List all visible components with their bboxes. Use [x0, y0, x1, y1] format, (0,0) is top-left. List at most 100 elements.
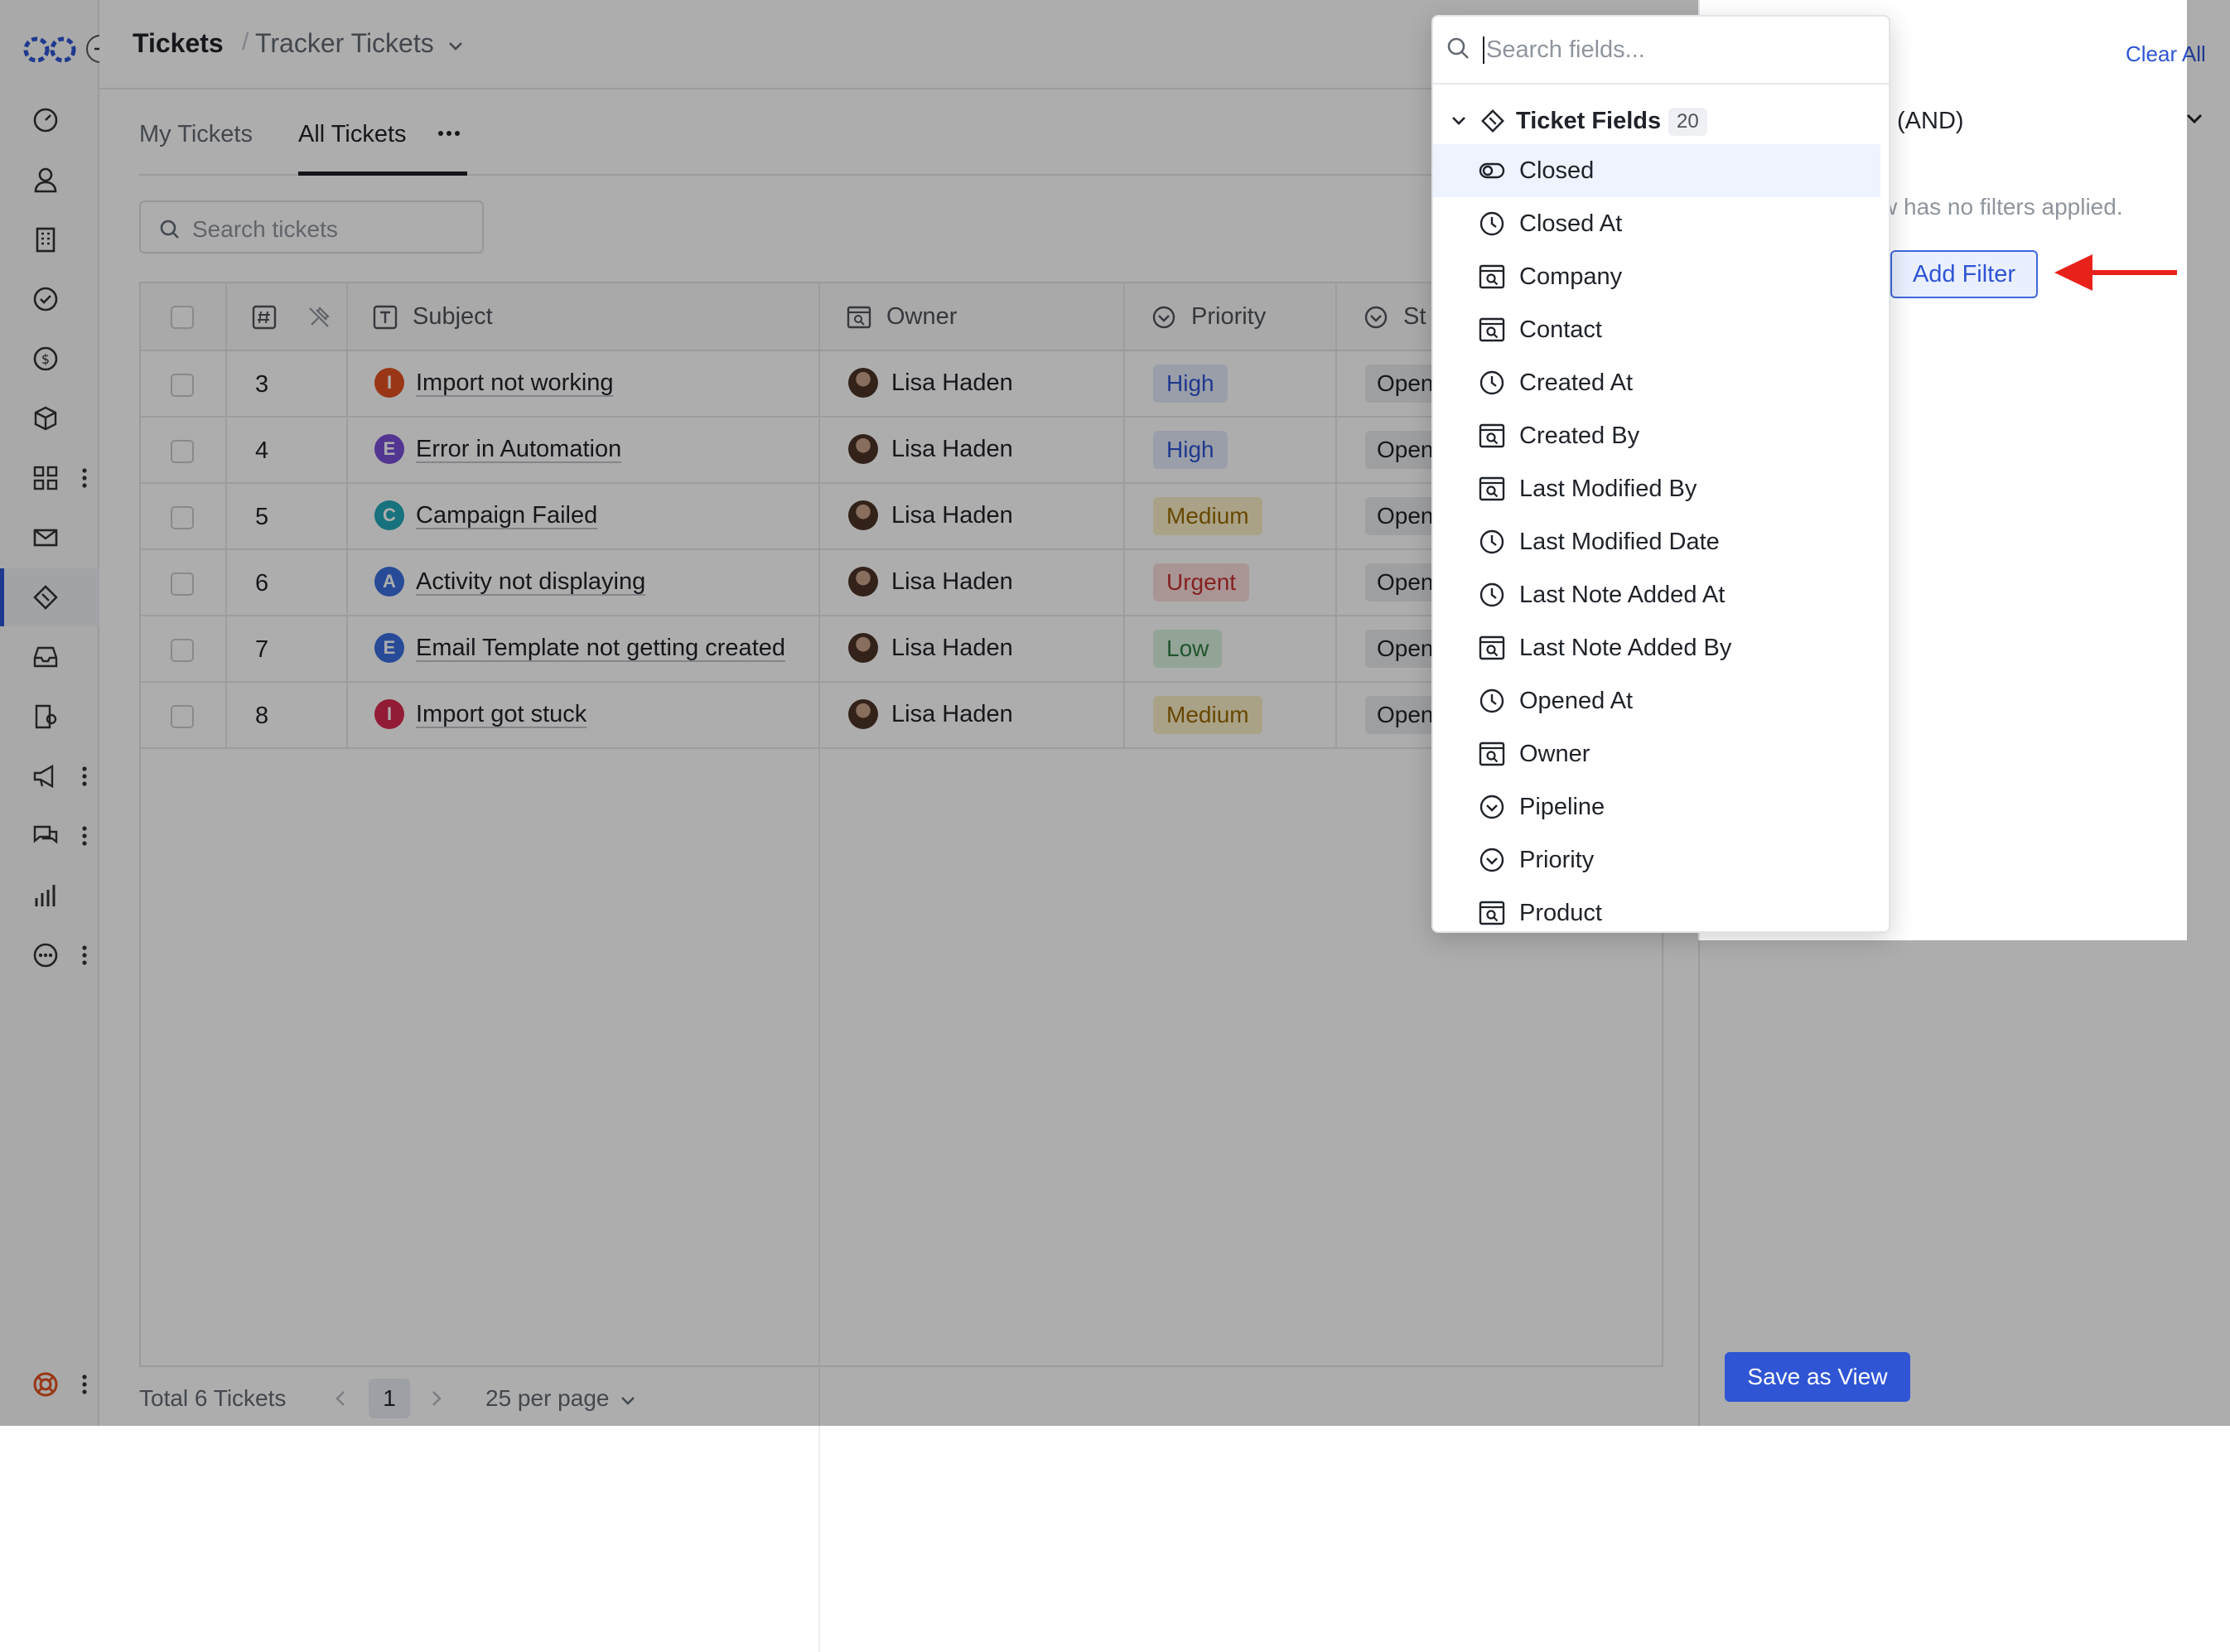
row-checkbox[interactable]: [171, 705, 194, 728]
field-option[interactable]: Priority: [1433, 833, 1880, 886]
row-checkbox[interactable]: [171, 572, 194, 596]
ticket-subject-link[interactable]: Activity not displaying: [416, 568, 645, 596]
next-page-button[interactable]: [426, 1389, 446, 1408]
field-option[interactable]: Created By: [1433, 409, 1880, 462]
field-option[interactable]: Last Modified Date: [1433, 515, 1880, 568]
avatar: [848, 368, 878, 398]
owner-name: Lisa Haden: [891, 635, 1013, 661]
sidebar-item-email[interactable]: [0, 509, 99, 567]
search-input[interactable]: Search tickets: [139, 200, 484, 254]
ticket-id: 3: [255, 371, 269, 398]
ticket-initial-badge: C: [374, 500, 404, 530]
field-option[interactable]: Product: [1433, 886, 1880, 931]
field-option[interactable]: Closed: [1433, 144, 1880, 197]
more-vertical-icon[interactable]: [78, 824, 91, 848]
ticket-id: 8: [255, 703, 269, 729]
priority-column-header[interactable]: Priority: [1125, 283, 1337, 350]
sidebar-item-inbox[interactable]: [0, 628, 99, 686]
ticket-subject-link[interactable]: Import not working: [416, 370, 614, 397]
field-option[interactable]: Created At: [1433, 356, 1880, 409]
field-option[interactable]: Company: [1433, 250, 1880, 303]
page-number[interactable]: 1: [369, 1379, 410, 1418]
sidebar-item-analytics[interactable]: [0, 867, 99, 925]
field-option[interactable]: Contact: [1433, 303, 1880, 356]
row-checkbox[interactable]: [171, 374, 194, 397]
more-vertical-icon[interactable]: [78, 466, 91, 490]
filter-logic-label[interactable]: (AND): [1897, 108, 1964, 135]
select-all-checkbox[interactable]: [171, 306, 194, 329]
sidebar-item-apps[interactable]: [0, 449, 99, 507]
priority-cell: Medium: [1125, 683, 1337, 747]
more-vertical-icon[interactable]: [78, 1372, 91, 1397]
tab-my-tickets[interactable]: My Tickets: [139, 121, 253, 148]
ticket-fields-group[interactable]: Ticket Fields 20: [1433, 99, 1889, 142]
field-picker-dropdown: Search fields... Ticket Fields 20 Closed…: [1431, 15, 1890, 933]
id-column-header[interactable]: [227, 283, 348, 350]
clock-icon: [1478, 210, 1506, 238]
row-checkbox[interactable]: [171, 506, 194, 529]
subject-column-header[interactable]: Subject: [348, 283, 820, 350]
sidebar-item-companies[interactable]: [0, 210, 99, 268]
lookup-icon: [1478, 263, 1506, 291]
ticket-initial-badge: A: [374, 567, 404, 597]
clock-icon: [1478, 369, 1506, 397]
ticket-subject-link[interactable]: Campaign Failed: [416, 502, 597, 529]
search-placeholder: Search tickets: [192, 216, 338, 242]
search-icon: [1446, 36, 1471, 61]
field-option[interactable]: Last Modified By: [1433, 462, 1880, 515]
more-vertical-icon[interactable]: [78, 943, 91, 968]
owner-cell: Lisa Haden: [820, 484, 1125, 548]
chat-icon: [31, 822, 60, 850]
row-checkbox[interactable]: [171, 639, 194, 662]
sidebar-item-contacts[interactable]: [0, 151, 99, 209]
more-vertical-icon[interactable]: [78, 764, 91, 789]
sidebar-item-help[interactable]: [0, 1355, 99, 1413]
select-icon: [1478, 846, 1506, 874]
sidebar-item-tasks[interactable]: [0, 270, 99, 328]
sidebar-item-products[interactable]: [0, 389, 99, 447]
app-logo[interactable]: [22, 33, 78, 66]
view-selector[interactable]: Tracker Tickets: [255, 28, 465, 59]
field-option[interactable]: Pipeline: [1433, 780, 1880, 833]
ticket-icon: [31, 583, 60, 611]
sidebar-item-deals[interactable]: $: [0, 330, 99, 388]
tab-more-button[interactable]: [434, 123, 464, 147]
priority-badge: Medium: [1153, 497, 1262, 535]
field-search-input[interactable]: Search fields...: [1433, 17, 1889, 85]
ticket-subject-link[interactable]: Error in Automation: [416, 436, 621, 463]
grid-icon: [31, 464, 60, 492]
avatar: [848, 567, 878, 597]
sidebar-item-campaigns[interactable]: [0, 747, 99, 805]
tab-all-tickets[interactable]: All Tickets: [298, 121, 407, 148]
lookup-icon: [847, 305, 871, 330]
sidebar-item-dashboard[interactable]: [0, 91, 99, 149]
unpin-icon[interactable]: [307, 305, 331, 330]
ticket-subject-link[interactable]: Email Template not getting created: [416, 635, 785, 662]
row-select-cell: [141, 351, 227, 416]
priority-cell: High: [1125, 351, 1337, 416]
owner-header-label: Owner: [886, 303, 958, 330]
row-checkbox[interactable]: [171, 440, 194, 463]
field-option[interactable]: Owner: [1433, 727, 1880, 780]
field-option-label: Product: [1519, 900, 1602, 926]
ticket-id: 7: [255, 636, 269, 663]
save-as-view-button[interactable]: Save as View: [1725, 1352, 1910, 1402]
prev-page-button[interactable]: [331, 1389, 351, 1408]
sidebar-item-more[interactable]: [0, 926, 99, 984]
per-page-selector[interactable]: 25 per page: [485, 1385, 637, 1412]
sidebar-item-conversations[interactable]: [0, 807, 99, 865]
field-option[interactable]: Opened At: [1433, 674, 1880, 727]
ticket-subject-link[interactable]: Import got stuck: [416, 701, 586, 728]
subject-cell: C Campaign Failed: [348, 484, 820, 548]
field-option[interactable]: Last Note Added At: [1433, 568, 1880, 621]
field-option[interactable]: Last Note Added By: [1433, 621, 1880, 674]
owner-column-header[interactable]: Owner: [820, 283, 1125, 350]
add-filter-button[interactable]: Add Filter: [1890, 250, 2038, 298]
sidebar-item-tickets[interactable]: [0, 568, 99, 626]
field-option-label: Contact: [1519, 316, 1602, 343]
field-option[interactable]: Closed At: [1433, 197, 1880, 250]
ticket-initial-badge: I: [374, 368, 404, 398]
sidebar-item-reports-docs[interactable]: [0, 688, 99, 746]
field-search-placeholder: Search fields...: [1483, 36, 1645, 64]
select-all-cell: [141, 283, 227, 350]
